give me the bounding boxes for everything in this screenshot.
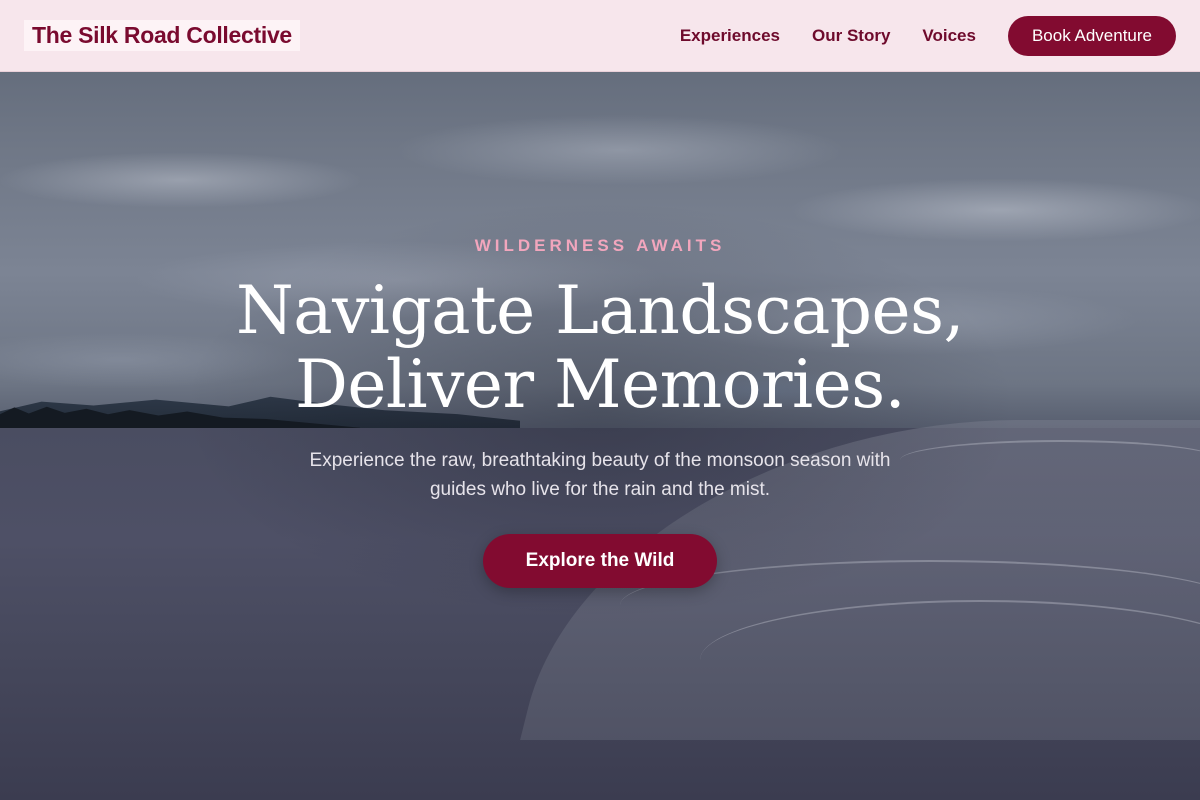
hero-subtext: Experience the raw, breathtaking beauty … — [309, 450, 891, 500]
nav-link-our-story[interactable]: Our Story — [812, 26, 890, 46]
explore-the-wild-button[interactable]: Explore the Wild — [483, 534, 717, 588]
main-nav: Experiences Our Story Voices Book Advent… — [680, 15, 1176, 56]
nav-link-experiences[interactable]: Experiences — [680, 26, 780, 46]
nav-link-voices[interactable]: Voices — [922, 26, 976, 46]
book-adventure-button[interactable]: Book Adventure — [1007, 15, 1176, 56]
hero-headline-line1: Navigate Landscapes, — [236, 272, 964, 349]
hero-section: WILDERNESS AWAITS Navigate Landscapes, D… — [0, 236, 1200, 588]
hero-headline-line2: Deliver Memories. — [294, 346, 906, 423]
top-navbar: The Silk Road Collective Experiences Our… — [0, 0, 1200, 72]
hero-headline: Navigate Landscapes, Deliver Memories. — [0, 274, 1200, 422]
hero-eyebrow: WILDERNESS AWAITS — [474, 236, 726, 255]
brand-logo[interactable]: The Silk Road Collective — [24, 20, 300, 51]
